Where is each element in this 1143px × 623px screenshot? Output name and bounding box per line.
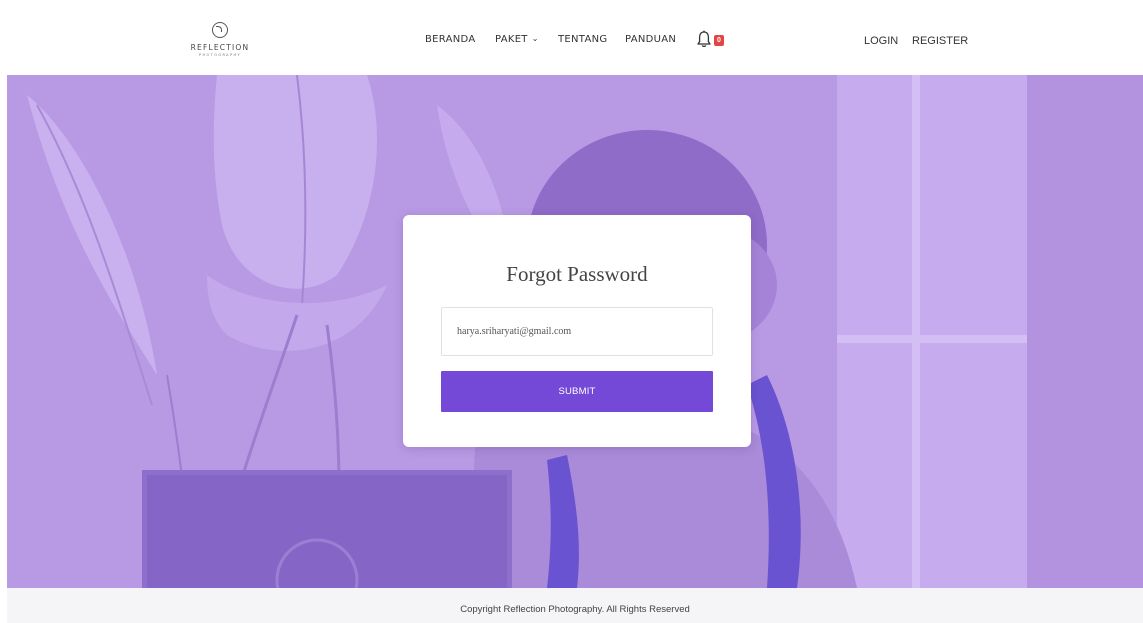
nav-item-paket-label: PAKET xyxy=(495,34,528,45)
register-link[interactable]: REGISTER xyxy=(912,35,968,47)
nav-item-paket[interactable]: PAKET ⌄ xyxy=(495,34,539,45)
chevron-down-icon: ⌄ xyxy=(531,34,539,43)
page-title: Forgot Password xyxy=(506,262,648,286)
brand-subtitle: PHOTOGRAPHY xyxy=(198,53,242,57)
reflection-logo-icon xyxy=(212,22,228,38)
nav-item-panduan[interactable]: PANDUAN xyxy=(625,34,676,45)
nav-item-tentang[interactable]: TENTANG xyxy=(558,34,607,45)
site-header: REFLECTION PHOTOGRAPHY BERANDA PAKET ⌄ TE… xyxy=(0,0,1143,75)
bell-icon[interactable] xyxy=(697,30,711,48)
brand-logo[interactable]: REFLECTION PHOTOGRAPHY xyxy=(188,22,252,60)
email-field[interactable] xyxy=(441,307,713,356)
login-link[interactable]: LOGIN xyxy=(864,35,898,47)
notification-badge: 0 xyxy=(714,35,724,46)
forgot-password-card: Forgot Password SUBMIT xyxy=(403,215,751,447)
site-footer: Copyright Reflection Photography. All Ri… xyxy=(7,588,1143,623)
copyright-text: Copyright Reflection Photography. All Ri… xyxy=(460,604,690,615)
nav-item-beranda[interactable]: BERANDA xyxy=(425,34,476,45)
brand-name: REFLECTION xyxy=(190,43,250,52)
submit-button[interactable]: SUBMIT xyxy=(441,371,713,412)
